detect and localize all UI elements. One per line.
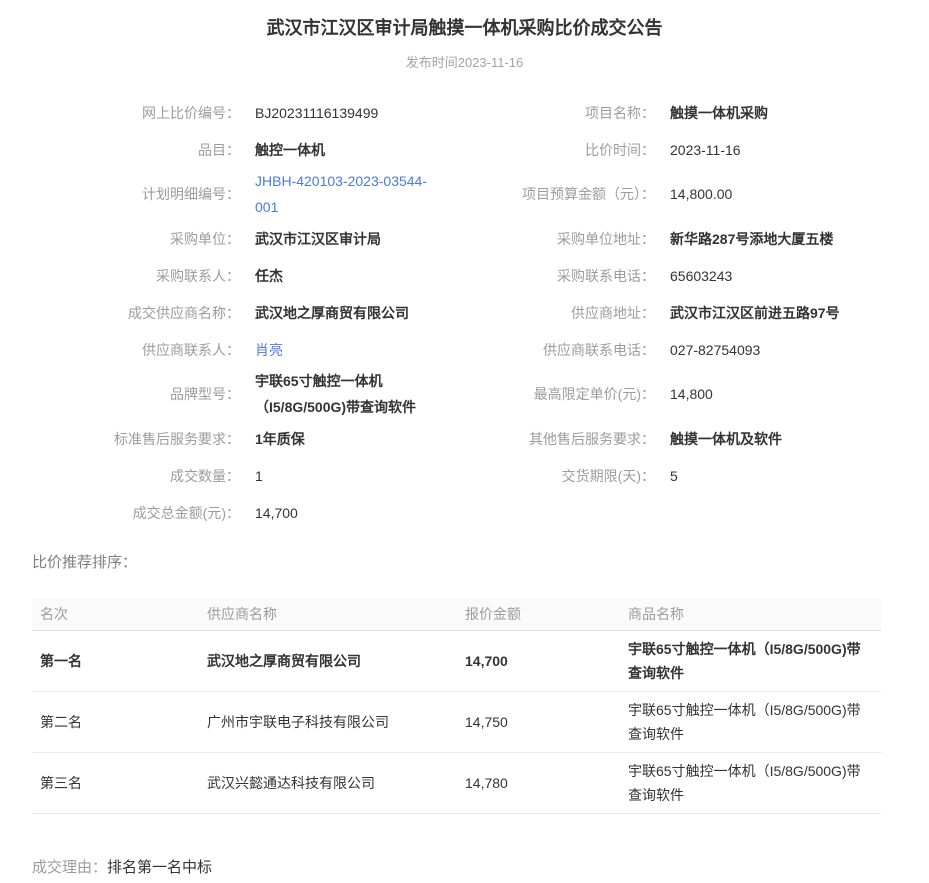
field-value-total-amount: 14,700 [255,500,490,526]
field-row: 成交数量： 1 交货期限(天)： 5 [0,457,929,494]
column-header-price: 报价金额 [457,598,620,630]
field-label: 成交供应商名称： [0,300,255,326]
field-label: 供应商联系人： [0,337,255,363]
field-label: 供应商地址： [490,300,670,326]
field-label: 项目预算金额（元）： [490,181,670,207]
field-row: 网上比价编号： BJ20231116139499 项目名称： 触摸一体机采购 [0,94,929,131]
field-row: 品目： 触控一体机 比价时间： 2023-11-16 [0,131,929,168]
deal-reason-label: 成交理由： [32,859,107,876]
field-row: 供应商联系人： 肖亮 供应商联系电话： 027-82754093 [0,331,929,368]
field-value-bid-number: BJ20231116139499 [255,100,490,126]
field-value-supplier-address: 武汉市江汉区前进五路97号 [670,300,929,326]
field-value-budget: 14,800.00 [670,181,929,207]
field-value-max-unit-price: 14,800 [670,381,929,407]
rank-cell: 第二名 [32,691,199,752]
product-cell: 宇联65寸触控一体机（I5/8G/500G)带查询软件 [620,691,881,752]
table-row-first-place: 第一名 武汉地之厚商贸有限公司 14,700 宇联65寸触控一体机（I5/8G/… [32,630,881,691]
supplier-contact-link[interactable]: 肖亮 [255,342,283,358]
field-value-delivery-days: 5 [670,463,929,489]
field-value-standard-service: 1年质保 [255,426,490,452]
announcement-page: 武汉市江汉区审计局触摸一体机采购比价成交公告 发布时间2023-11-16 网上… [0,0,929,878]
field-label: 其他售后服务要求： [490,426,670,452]
product-cell: 宇联65寸触控一体机（I5/8G/500G)带查询软件 [620,630,881,691]
field-row: 成交总金额(元)： 14,700 [0,494,929,531]
field-value-purchaser: 武汉市江汉区审计局 [255,226,490,252]
field-label: 项目名称： [490,100,670,126]
rank-cell: 第一名 [32,630,199,691]
supplier-cell: 武汉地之厚商贸有限公司 [199,630,457,691]
field-value-compare-date: 2023-11-16 [670,137,929,163]
field-row: 计划明细编号： JHBH-420103-2023-03544-001 项目预算金… [0,168,929,220]
detail-fields: 网上比价编号： BJ20231116139499 项目名称： 触摸一体机采购 品… [0,94,929,531]
field-value-project-name: 触摸一体机采购 [670,100,929,126]
field-value-winning-supplier: 武汉地之厚商贸有限公司 [255,300,490,326]
field-label: 计划明细编号： [0,181,255,207]
field-label: 品目： [0,137,255,163]
field-label: 成交总金额(元)： [0,500,255,526]
field-value-category: 触控一体机 [255,137,490,163]
product-cell: 宇联65寸触控一体机（I5/8G/500G)带查询软件 [620,752,881,813]
field-label: 采购联系电话： [490,263,670,289]
field-label: 网上比价编号： [0,100,255,126]
field-value-brand-model: 宇联65寸触控一体机 （I5/8G/500G)带查询软件 [255,368,490,420]
ranking-table: 名次 供应商名称 报价金额 商品名称 第一名 武汉地之厚商贸有限公司 14,70… [32,598,881,814]
table-row-second-place: 第二名 广州市宇联电子科技有限公司 14,750 宇联65寸触控一体机（I5/8… [32,691,881,752]
column-header-product: 商品名称 [620,598,881,630]
field-label: 交货期限(天)： [490,463,670,489]
field-label: 采购单位地址： [490,226,670,252]
supplier-cell: 武汉兴懿通达科技有限公司 [199,752,457,813]
plan-detail-number-link[interactable]: JHBH-420103-2023-03544-001 [255,168,437,220]
field-label: 成交数量： [0,463,255,489]
field-label: 标准售后服务要求： [0,426,255,452]
field-row: 采购单位： 武汉市江汉区审计局 采购单位地址： 新华路287号添地大厦五楼 [0,220,929,257]
deal-reason: 成交理由：排名第一名中标 [32,858,929,878]
field-row: 标准售后服务要求： 1年质保 其他售后服务要求： 触摸一体机及软件 [0,420,929,457]
column-header-supplier: 供应商名称 [199,598,457,630]
field-value-other-service: 触摸一体机及软件 [670,426,929,452]
field-label: 采购联系人： [0,263,255,289]
rank-cell: 第三名 [32,752,199,813]
field-label: 最高限定单价(元)： [490,381,670,407]
price-cell: 14,750 [457,691,620,752]
field-label: 供应商联系电话： [490,337,670,363]
field-row: 采购联系人： 任杰 采购联系电话： 65603243 [0,257,929,294]
price-cell: 14,780 [457,752,620,813]
ranking-heading: 比价推荐排序： [32,553,929,573]
brand-model-line1: 宇联65寸触控一体机 [255,368,490,394]
field-value-quantity: 1 [255,463,490,489]
brand-model-line2: （I5/8G/500G)带查询软件 [255,394,490,420]
field-value-purchase-phone: 65603243 [670,263,929,289]
publish-time: 发布时间2023-11-16 [0,55,929,71]
field-label: 采购单位： [0,226,255,252]
field-value-purchaser-address: 新华路287号添地大厦五楼 [670,226,929,252]
field-value-purchase-contact: 任杰 [255,263,490,289]
table-header-row: 名次 供应商名称 报价金额 商品名称 [32,598,881,630]
field-label: 品牌型号： [0,381,255,407]
deal-reason-value: 排名第一名中标 [107,859,212,876]
field-value-supplier-phone: 027-82754093 [670,337,929,363]
page-title: 武汉市江汉区审计局触摸一体机采购比价成交公告 [0,16,929,41]
field-label: 比价时间： [490,137,670,163]
field-row: 成交供应商名称： 武汉地之厚商贸有限公司 供应商地址： 武汉市江汉区前进五路97… [0,294,929,331]
column-header-rank: 名次 [32,598,199,630]
field-row: 品牌型号： 宇联65寸触控一体机 （I5/8G/500G)带查询软件 最高限定单… [0,368,929,420]
supplier-cell: 广州市宇联电子科技有限公司 [199,691,457,752]
price-cell: 14,700 [457,630,620,691]
table-row-third-place: 第三名 武汉兴懿通达科技有限公司 14,780 宇联65寸触控一体机（I5/8G… [32,752,881,813]
